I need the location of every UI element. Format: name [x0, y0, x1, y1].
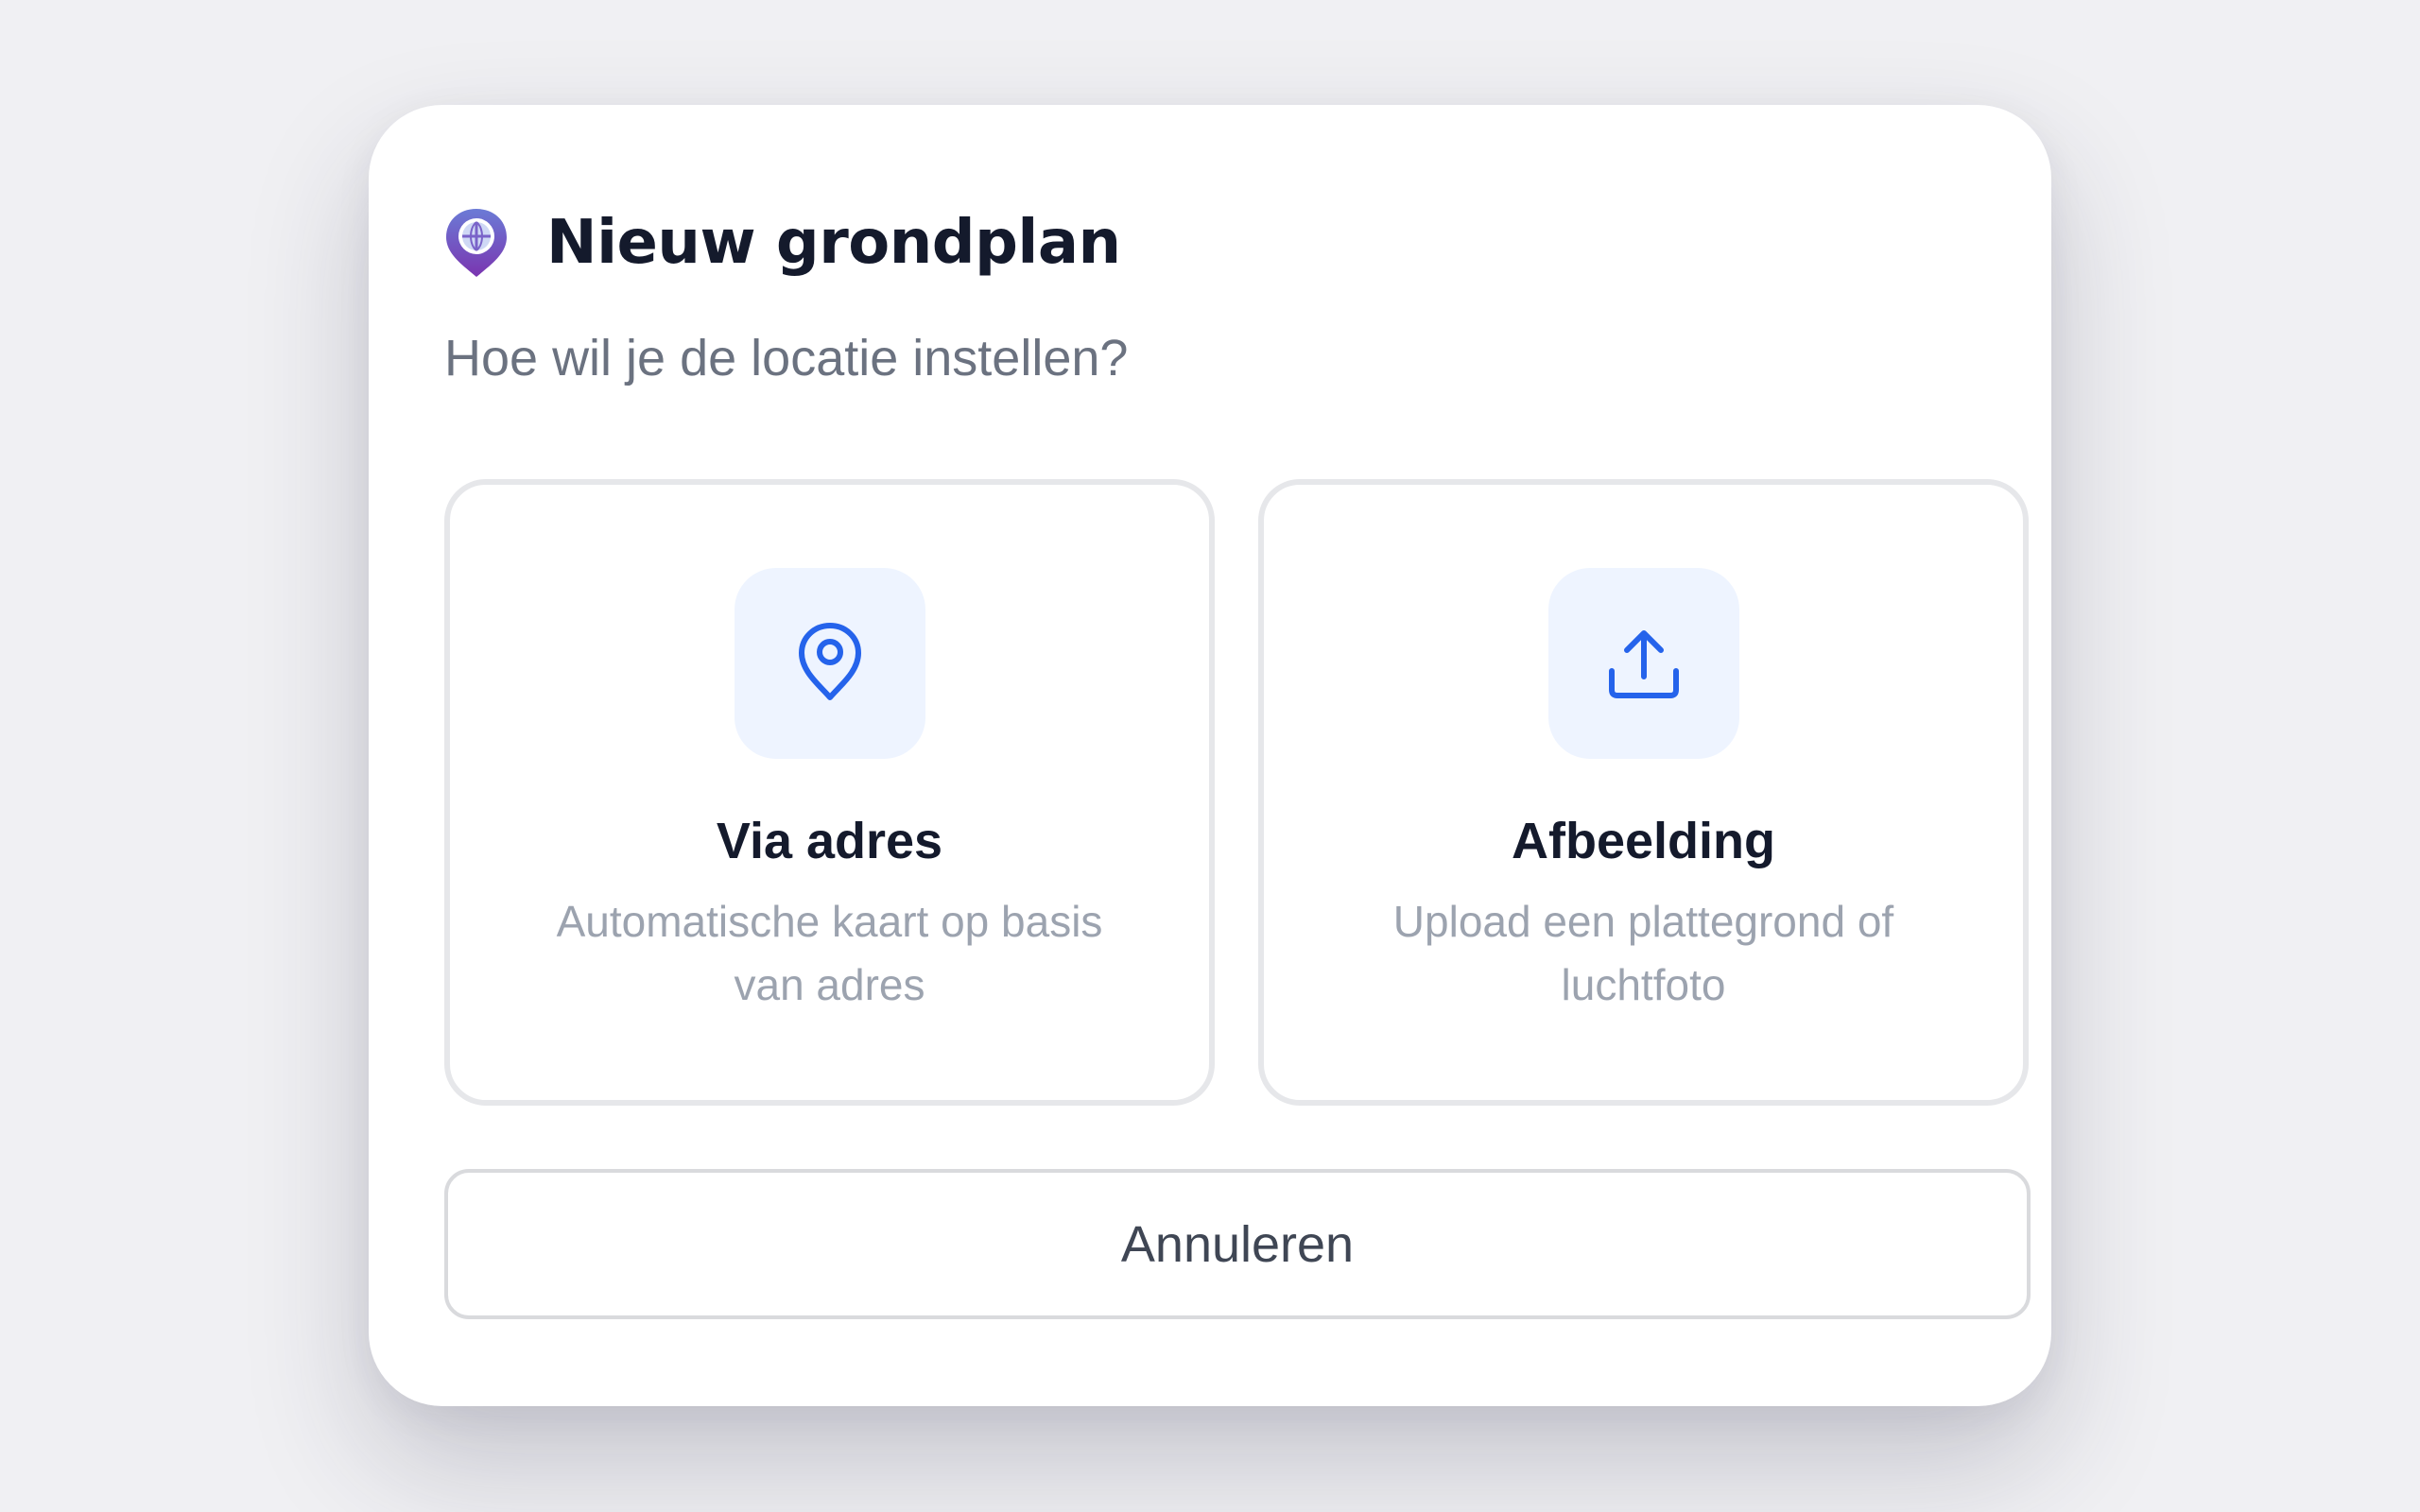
option-via-address[interactable]: Via adres Automatische kaart op basis va…	[444, 479, 1215, 1106]
location-options: Via adres Automatische kaart op basis va…	[444, 479, 2029, 1106]
option-description: Upload een plattegrond of luchtfoto	[1392, 897, 1894, 1010]
option-description: Automatische kaart op basis van adres	[556, 897, 1103, 1010]
option-title: Via adres	[716, 813, 943, 869]
option-title: Afbeelding	[1512, 813, 1775, 869]
option-image-upload[interactable]: Afbeelding Upload een plattegrond of luc…	[1258, 479, 2029, 1106]
dialog-title: Nieuw grondplan	[546, 208, 1121, 278]
dialog-subtitle: Hoe wil je de locatie instellen?	[444, 330, 1129, 387]
new-floorplan-dialog: Nieuw grondplan Hoe wil je de locatie in…	[369, 105, 2051, 1406]
location-pin-icon	[792, 620, 868, 708]
option-icon-tile	[1547, 568, 1739, 759]
cancel-button[interactable]: Annuleren	[444, 1169, 2031, 1319]
map-pin-globe-icon	[444, 207, 509, 279]
option-icon-tile	[734, 568, 925, 759]
dialog-header: Nieuw grondplan	[444, 207, 1121, 279]
upload-icon	[1604, 622, 1684, 706]
